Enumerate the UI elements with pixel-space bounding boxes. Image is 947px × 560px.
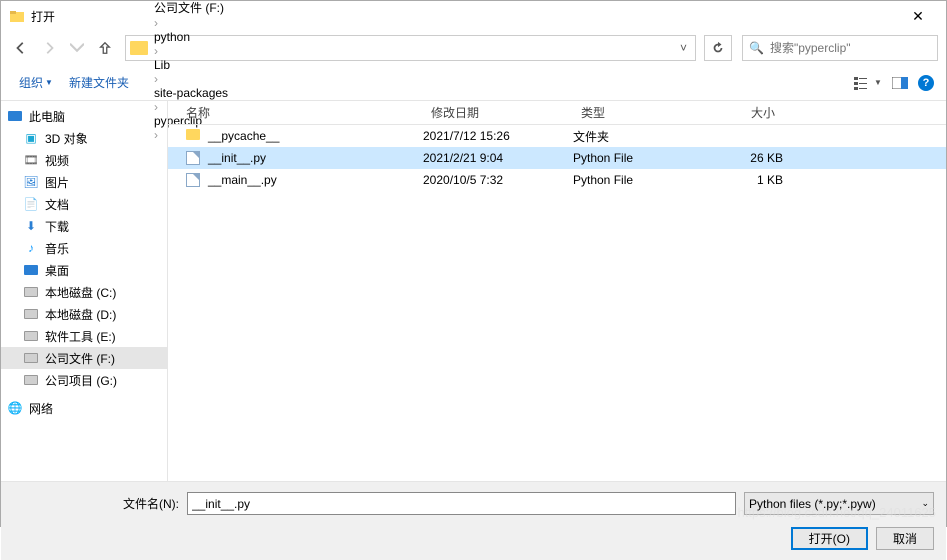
nav-row: ›此电脑›公司文件 (F:)›python›Lib›site-packages›… [1,31,946,65]
file-row[interactable]: __main__.py 2020/10/5 7:32Python File1 KB [168,169,946,191]
folder-icon [186,129,202,143]
up-button[interactable] [93,36,117,60]
open-button[interactable]: 打开(O) [791,527,868,550]
sidebar-item[interactable]: 本地磁盘 (C:) [1,281,167,303]
file-type: 文件夹 [573,128,703,145]
file-date: 2021/7/12 15:26 [423,129,573,143]
col-name[interactable]: 名称 [168,104,423,121]
filename-label: 文件名(N): [13,495,179,512]
recent-dropdown[interactable] [65,36,89,60]
file-size: 26 KB [703,151,783,165]
sidebar: 此电脑▣3D 对象🎞视频🖼图片📄文档⬇下载♪音乐桌面本地磁盘 (C:)本地磁盘 … [1,101,168,481]
file-date: 2021/2/21 9:04 [423,151,573,165]
sidebar-item[interactable]: 本地磁盘 (D:) [1,303,167,325]
file-date: 2020/10/5 7:32 [423,173,573,187]
back-button[interactable] [9,36,33,60]
file-name: __pycache__ [208,129,279,143]
sidebar-item[interactable]: 桌面 [1,259,167,281]
col-size[interactable]: 大小 [703,104,783,121]
python-file-icon [186,173,202,187]
titlebar: 打开 ✕ [1,1,946,31]
sidebar-item[interactable]: ♪音乐 [1,237,167,259]
sidebar-item[interactable]: ⬇下载 [1,215,167,237]
footer: 文件名(N): Python files (*.py;*.pyw)⌄ 打开(O)… [1,481,946,560]
filename-input[interactable] [187,492,736,515]
breadcrumb-item[interactable]: python [152,30,230,44]
file-row[interactable]: __pycache__ 2021/7/12 15:26文件夹 [168,125,946,147]
sidebar-item[interactable]: ▣3D 对象 [1,127,167,149]
refresh-button[interactable] [704,35,732,61]
organize-button[interactable]: 组织 ▼ [13,72,59,93]
file-list: 名称 修改日期 类型 大小 __pycache__ 2021/7/12 15:26… [168,101,946,481]
file-name: __init__.py [208,151,266,165]
address-dropdown-icon[interactable]: ˅ [676,41,691,55]
cancel-button[interactable]: 取消 [876,527,934,550]
breadcrumb-item[interactable]: site-packages [152,86,230,100]
file-row[interactable]: __init__.py 2021/2/21 9:04Python File26 K… [168,147,946,169]
sidebar-group[interactable]: 🌐网络 [1,397,167,419]
search-input[interactable] [770,41,931,55]
col-type[interactable]: 类型 [573,104,703,121]
search-icon: 🔍 [749,41,764,55]
file-filter-dropdown[interactable]: Python files (*.py;*.pyw)⌄ [744,492,934,515]
file-type: Python File [573,173,703,187]
file-name: __main__.py [208,173,277,187]
python-file-icon [186,151,202,165]
col-date[interactable]: 修改日期 [423,104,573,121]
breadcrumb-item[interactable]: Lib [152,58,230,72]
column-header[interactable]: 名称 修改日期 类型 大小 [168,101,946,125]
sidebar-item[interactable]: 📄文档 [1,193,167,215]
preview-pane-button[interactable] [886,71,914,95]
forward-button[interactable] [37,36,61,60]
file-type: Python File [573,151,703,165]
breadcrumb-item[interactable]: 公司文件 (F:) [152,0,230,16]
main-area: 此电脑▣3D 对象🎞视频🖼图片📄文档⬇下载♪音乐桌面本地磁盘 (C:)本地磁盘 … [1,101,946,481]
sidebar-item[interactable]: 公司文件 (F:) [1,347,167,369]
sidebar-item[interactable]: 公司项目 (G:) [1,369,167,391]
sidebar-group[interactable]: 此电脑 [1,105,167,127]
address-bar[interactable]: ›此电脑›公司文件 (F:)›python›Lib›site-packages›… [125,35,696,61]
view-mode-button[interactable]: ▼ [854,71,882,95]
sidebar-item[interactable]: 软件工具 (E:) [1,325,167,347]
close-button[interactable]: ✕ [898,1,938,31]
app-icon [9,8,25,24]
search-box[interactable]: 🔍 [742,35,938,61]
sidebar-item[interactable]: 🎞视频 [1,149,167,171]
new-folder-button[interactable]: 新建文件夹 [63,72,135,93]
toolbar: 组织 ▼ 新建文件夹 ▼ ? [1,65,946,101]
folder-icon [130,41,148,55]
help-button[interactable]: ? [918,75,934,91]
sidebar-item[interactable]: 🖼图片 [1,171,167,193]
file-size: 1 KB [703,173,783,187]
